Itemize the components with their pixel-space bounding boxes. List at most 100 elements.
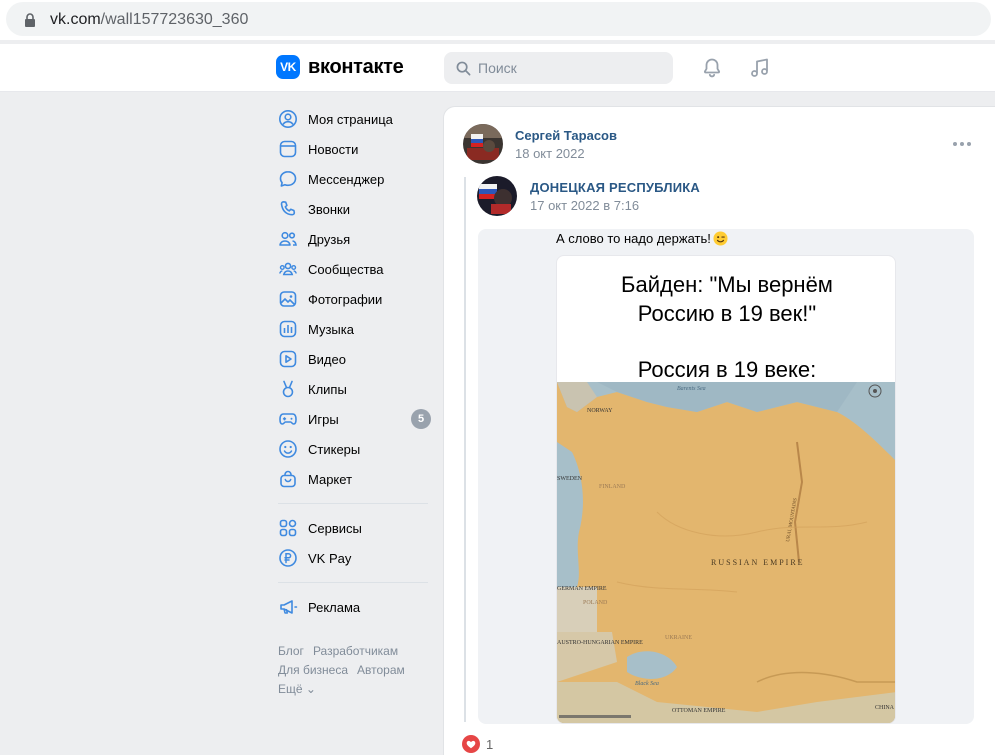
footer-link-blog[interactable]: Блог bbox=[278, 644, 304, 658]
sidebar-item-friends[interactable]: Друзья bbox=[276, 224, 431, 254]
vkpay-icon bbox=[278, 548, 298, 568]
sidebar-item-market[interactable]: Маркет bbox=[276, 464, 431, 494]
sidebar-item-label: Друзья bbox=[308, 231, 351, 247]
sidebar-item-news[interactable]: Новости bbox=[276, 134, 431, 164]
message-icon bbox=[278, 169, 298, 189]
smile-icon bbox=[278, 439, 298, 459]
vk-logo-text: вконтакте bbox=[308, 55, 404, 78]
clips-icon bbox=[278, 379, 298, 399]
like-button[interactable]: 1 bbox=[462, 735, 493, 753]
footer-link-authors[interactable]: Авторам bbox=[357, 663, 405, 677]
author-avatar[interactable] bbox=[463, 124, 503, 164]
phone-icon bbox=[278, 199, 298, 219]
repost-date[interactable]: 17 окт 2022 в 7:16 bbox=[530, 198, 639, 213]
more-options-icon[interactable] bbox=[952, 141, 972, 147]
music-icon bbox=[278, 319, 298, 339]
sidebar-item-label: Маркет bbox=[308, 471, 353, 487]
image-title-line3: Россия в 19 веке: bbox=[637, 357, 817, 382]
map-label-black-sea: Black Sea bbox=[635, 681, 659, 687]
sidebar-item-calls[interactable]: Звонки bbox=[276, 194, 431, 224]
left-sidebar: Моя страница Новости Мессенджер Звонки Д… bbox=[276, 104, 431, 699]
sidebar-divider bbox=[278, 582, 428, 583]
map-label-poland: POLAND bbox=[583, 600, 608, 606]
vk-logo[interactable]: VK вконтакте bbox=[276, 55, 404, 79]
url-text: vk.com/wall157723630_360 bbox=[50, 11, 248, 29]
sidebar-item-ads[interactable]: Реклама bbox=[276, 592, 431, 622]
sidebar-item-label: Сообщества bbox=[308, 261, 384, 277]
map-label-ottoman-empire: OTTOMAN EMPIRE bbox=[672, 708, 726, 714]
sidebar-item-label: VK Pay bbox=[308, 550, 352, 566]
sidebar-item-label: Стикеры bbox=[308, 441, 361, 457]
sidebar-item-messenger[interactable]: Мессенджер bbox=[276, 164, 431, 194]
news-icon bbox=[278, 139, 298, 159]
browser-address-bar: vk.com/wall157723630_360 bbox=[0, 0, 995, 40]
bag-icon bbox=[278, 469, 298, 489]
sidebar-item-video[interactable]: Видео bbox=[276, 344, 431, 374]
search-input[interactable] bbox=[478, 52, 668, 84]
map-label-russian-empire: RUSSIAN EMPIRE bbox=[711, 558, 805, 567]
image-title-line2: Россию в 19 век!" bbox=[637, 301, 817, 326]
post-text: А слово то надо держать! bbox=[556, 231, 728, 246]
map-label-sweden: SWEDEN bbox=[557, 476, 583, 482]
sidebar-item-communities[interactable]: Сообщества bbox=[276, 254, 431, 284]
photo-icon bbox=[278, 289, 298, 309]
sidebar-item-label: Музыка bbox=[308, 321, 354, 337]
sidebar-item-services[interactable]: Сервисы bbox=[276, 513, 431, 543]
repost-source-name[interactable]: ДОНЕЦКАЯ РЕСПУБЛИКА bbox=[530, 180, 700, 195]
repost-source-avatar[interactable] bbox=[477, 176, 517, 216]
sidebar-item-label: Сервисы bbox=[308, 520, 362, 536]
sidebar-item-label: Звонки bbox=[308, 201, 350, 217]
wink-emoji-icon bbox=[713, 231, 728, 246]
heart-icon bbox=[462, 735, 480, 753]
like-count: 1 bbox=[486, 736, 494, 752]
music-note-icon[interactable] bbox=[748, 56, 772, 80]
sidebar-item-label: Клипы bbox=[308, 381, 347, 397]
post-image[interactable]: Байден: "Мы вернём Россию в 19 век!" Рос… bbox=[556, 255, 896, 724]
lock-icon bbox=[25, 13, 35, 27]
sidebar-divider bbox=[278, 503, 428, 504]
search-box[interactable] bbox=[444, 52, 673, 84]
sidebar-item-vkpay[interactable]: VK Pay bbox=[276, 543, 431, 573]
sidebar-item-photos[interactable]: Фотографии bbox=[276, 284, 431, 314]
sidebar-item-stickers[interactable]: Стикеры bbox=[276, 434, 431, 464]
top-header: VK вконтакте bbox=[0, 44, 995, 92]
url-field[interactable]: vk.com/wall157723630_360 bbox=[6, 2, 991, 36]
games-count-badge: 5 bbox=[411, 409, 431, 429]
sidebar-item-label: Фотографии bbox=[308, 291, 383, 307]
sidebar-item-label: Моя страница bbox=[308, 111, 393, 127]
sidebar-item-clips[interactable]: Клипы bbox=[276, 374, 431, 404]
repost-indent-line bbox=[464, 177, 466, 722]
map-label-ukraine: UKRAINE bbox=[665, 635, 692, 641]
map-label-finland: FINLAND bbox=[599, 484, 626, 490]
url-path: /wall157723630_360 bbox=[100, 11, 249, 28]
sidebar-item-label: Видео bbox=[308, 351, 346, 367]
map-label-austro-hungarian-empire: AUSTRO-HUNGARIAN EMPIRE bbox=[557, 640, 643, 646]
sidebar-item-label: Игры bbox=[308, 411, 339, 427]
footer-link-developers[interactable]: Разработчикам bbox=[313, 644, 398, 658]
gamepad-icon bbox=[278, 409, 298, 429]
friends-icon bbox=[278, 229, 298, 249]
sidebar-item-music[interactable]: Музыка bbox=[276, 314, 431, 344]
sidebar-item-my-page[interactable]: Моя страница bbox=[276, 104, 431, 134]
footer-link-business[interactable]: Для бизнеса bbox=[278, 663, 348, 677]
megaphone-icon bbox=[278, 597, 298, 617]
footer-link-more[interactable]: Ещё ⌄ bbox=[278, 682, 316, 696]
vk-logo-icon: VK bbox=[276, 55, 300, 79]
video-icon bbox=[278, 349, 298, 369]
map-label-china: CHINA bbox=[875, 705, 895, 711]
map-label-german-empire: GERMAN EMPIRE bbox=[557, 586, 607, 592]
sidebar-footer-links: Блог Разработчикам Для бизнеса Авторам Ещё… bbox=[276, 642, 431, 699]
user-circle-icon bbox=[278, 109, 298, 129]
image-title-line1: Байден: "Мы вернём bbox=[621, 272, 833, 297]
sidebar-item-games[interactable]: Игры 5 bbox=[276, 404, 431, 434]
post-author-name[interactable]: Сергей Тарасов bbox=[515, 128, 617, 143]
post-date[interactable]: 18 окт 2022 bbox=[515, 146, 585, 161]
russian-empire-map: Barents Sea NORWAY SWEDEN FINLAND RUSSIA… bbox=[557, 382, 895, 723]
sidebar-item-label: Новости bbox=[308, 141, 359, 157]
services-icon bbox=[278, 518, 298, 538]
sidebar-item-label: Мессенджер bbox=[308, 171, 385, 187]
url-host: vk.com bbox=[50, 11, 101, 28]
map-label-norway: NORWAY bbox=[587, 408, 613, 414]
bell-icon[interactable] bbox=[700, 56, 724, 80]
wall-post: Сергей Тарасов 18 окт 2022 ДОНЕЦКАЯ РЕСП… bbox=[443, 106, 995, 755]
